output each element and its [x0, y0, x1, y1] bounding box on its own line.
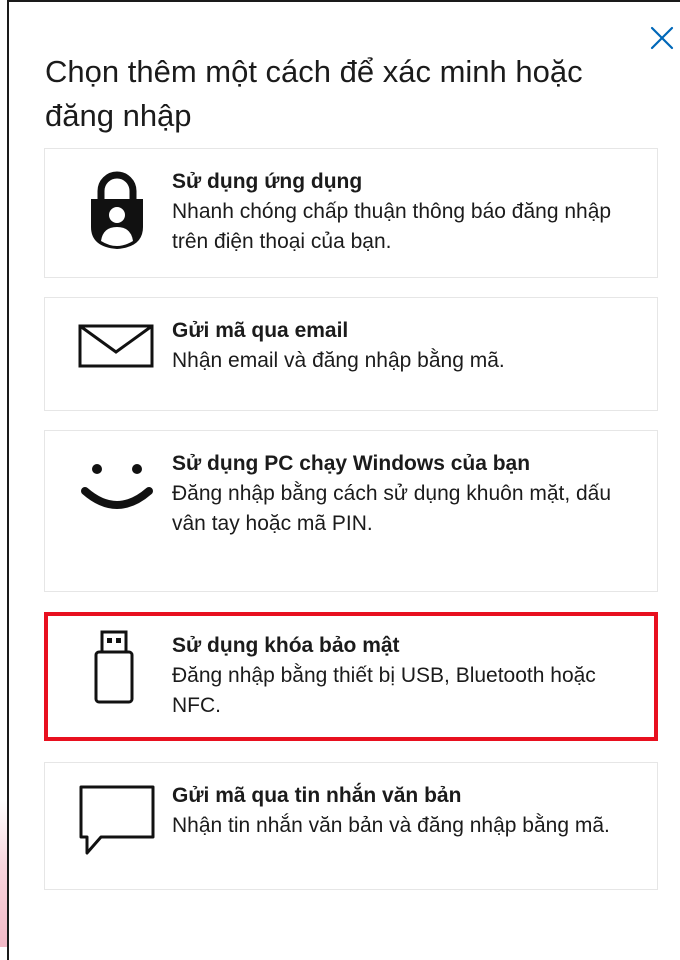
option-title: Sử dụng ứng dụng	[172, 170, 363, 193]
option-email-code[interactable]: Gửi mã qua email Nhận email và đăng nhập…	[44, 297, 658, 411]
option-description: Nhận email và đăng nhập bằng mã.	[172, 349, 505, 372]
close-icon	[650, 26, 674, 50]
option-description: Đăng nhập bằng cách sử dụng khuôn mặt, d…	[172, 482, 612, 535]
option-title: Gửi mã qua email	[172, 319, 349, 342]
option-description: Nhanh chóng chấp thuận thông báo đăng nh…	[172, 200, 612, 253]
option-use-app[interactable]: Sử dụng ứng dụng Nhanh chóng chấp thuận …	[44, 148, 658, 278]
option-windows-hello[interactable]: Sử dụng PC chạy Windows của bạn Đăng nhậ…	[44, 430, 658, 592]
option-description: Nhận tin nhắn văn bản và đăng nhập bằng …	[172, 814, 610, 837]
option-title: Sử dụng khóa bảo mật	[172, 634, 400, 657]
usb-security-key-icon	[92, 628, 172, 708]
dialog-title: Chọn thêm một cách để xác minh hoặc đăng…	[45, 54, 583, 133]
windows-hello-face-icon	[77, 457, 157, 537]
option-title: Gửi mã qua tin nhắn văn bản	[172, 784, 462, 807]
sign-in-options-dialog: Chọn thêm một cách để xác minh hoặc đăng…	[9, 2, 680, 947]
option-title: Sử dụng PC chạy Windows của bạn	[172, 452, 531, 475]
option-security-key[interactable]: Sử dụng khóa bảo mật Đăng nhập bằng thiế…	[44, 612, 658, 741]
option-text-message[interactable]: Gửi mã qua tin nhắn văn bản Nhận tin nhắ…	[44, 762, 658, 890]
close-button[interactable]	[648, 24, 676, 52]
option-description: Đăng nhập bằng thiết bị USB, Bluetooth h…	[172, 664, 596, 717]
email-envelope-icon	[77, 318, 157, 398]
authenticator-lock-icon	[77, 169, 157, 249]
text-message-bubble-icon	[77, 781, 157, 861]
